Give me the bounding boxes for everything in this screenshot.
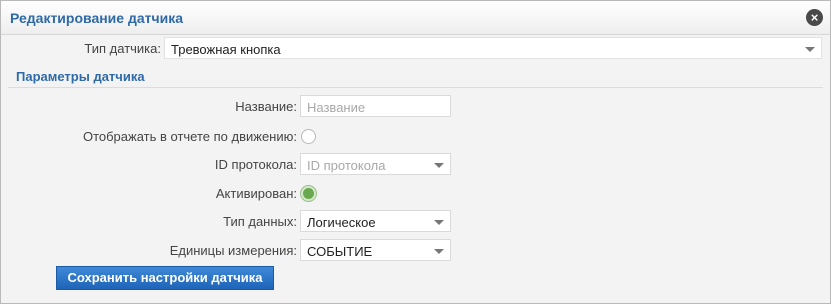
chevron-down-icon	[434, 220, 444, 225]
data-type-label-wrap: Тип данных:	[1, 210, 297, 232]
sensor-type-label: Тип датчика:	[84, 41, 161, 56]
name-field[interactable]: Название	[300, 95, 451, 117]
protocol-id-label-wrap: ID протокола:	[1, 153, 297, 175]
show-in-report-label-wrap: Отображать в отчете по движению:	[1, 125, 297, 147]
chevron-down-icon	[805, 47, 815, 52]
units-value: СОБЫТИЕ	[307, 244, 373, 259]
show-in-report-radio[interactable]	[301, 129, 316, 144]
chevron-down-icon	[434, 163, 444, 168]
dialog-title: Редактирование датчика	[10, 10, 184, 26]
units-label-wrap: Единицы измерения:	[1, 239, 297, 261]
name-label-wrap: Название:	[1, 95, 297, 117]
activated-label-wrap: Активирован:	[1, 182, 297, 204]
name-label: Название:	[235, 99, 297, 114]
data-type-select[interactable]: Логическое	[300, 210, 451, 232]
show-in-report-label: Отображать в отчете по движению:	[82, 129, 297, 144]
sensor-type-label-wrap: Тип датчика:	[1, 37, 161, 59]
dialog-titlebar: Редактирование датчика ×	[1, 1, 830, 35]
name-placeholder: Название	[307, 100, 366, 115]
data-type-label: Тип данных:	[223, 214, 297, 229]
units-select[interactable]: СОБЫТИЕ	[300, 239, 451, 261]
data-type-value: Логическое	[307, 215, 376, 230]
sensor-type-select[interactable]: Тревожная кнопка	[164, 37, 822, 59]
save-sensor-settings-button[interactable]: Сохранить настройки датчика	[56, 266, 274, 290]
protocol-id-select[interactable]: ID протокола	[300, 153, 451, 175]
activated-radio[interactable]	[301, 186, 316, 201]
sensor-type-value: Тревожная кнопка	[171, 42, 281, 57]
units-label: Единицы измерения:	[169, 243, 297, 258]
section-divider	[8, 87, 823, 88]
sensor-edit-dialog: Редактирование датчика × Тип датчика: Тр…	[0, 0, 831, 304]
protocol-id-label: ID протокола:	[214, 157, 297, 172]
params-section-title: Параметры датчика	[16, 69, 145, 84]
protocol-id-placeholder: ID протокола	[307, 158, 386, 173]
chevron-down-icon	[434, 249, 444, 254]
activated-label: Активирован:	[215, 186, 297, 201]
close-icon[interactable]: ×	[806, 9, 823, 26]
